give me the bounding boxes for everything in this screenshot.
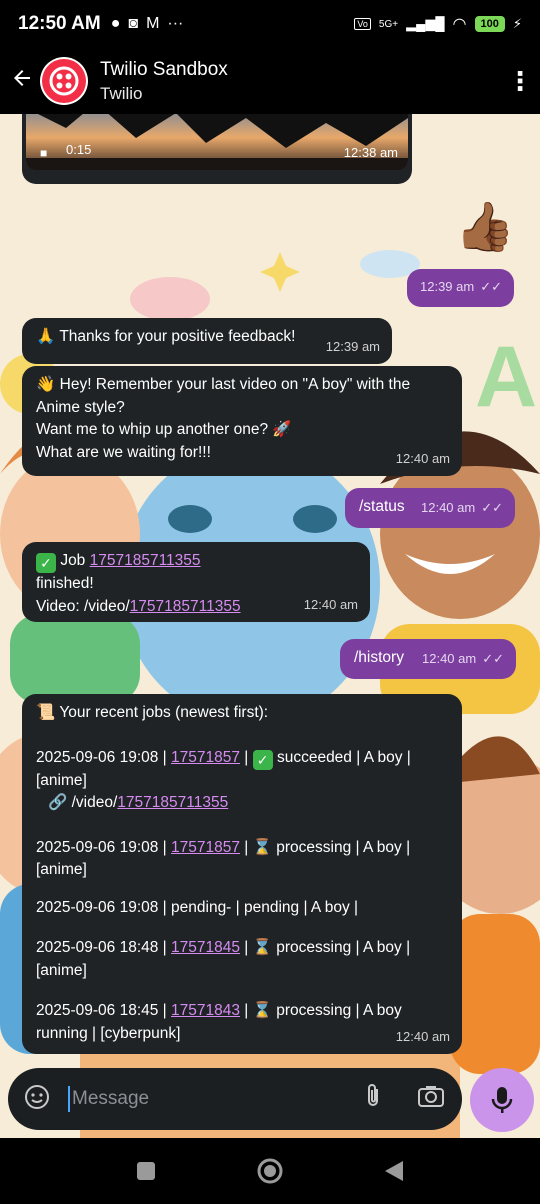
video-camera-icon: ■ (40, 146, 48, 160)
incoming-message[interactable]: 🙏 Thanks for your positive feedback! 12:… (22, 318, 392, 364)
history-entry: 2025-09-06 19:08 | 17571857 | ✓ succeede… (36, 748, 411, 770)
message-time: 12:40 am (395, 450, 450, 466)
waving-hand-emoji: 👋 (36, 376, 56, 393)
job-id-link[interactable]: 1757185711355 (90, 552, 201, 569)
incoming-message[interactable]: 👋 Hey! Remember your last video on "A bo… (22, 366, 462, 476)
recents-icon[interactable] (131, 1156, 161, 1186)
message-text: Your recent jobs (newest first): (59, 704, 269, 721)
message-line: Want me to whip up another one? 🚀 (36, 421, 292, 438)
history-entry: 2025-09-06 19:08 | 17571857 | ⌛ processi… (36, 838, 411, 856)
message-text: Job (60, 552, 86, 569)
message-input[interactable] (68, 1086, 356, 1112)
back-icon[interactable] (379, 1156, 409, 1186)
instagram-icon: ◙ (128, 15, 139, 32)
home-icon[interactable] (255, 1156, 285, 1186)
message-time: 12:38 am (343, 145, 398, 160)
message-time: 12:39 am (420, 278, 475, 294)
battery-icon: 100 (474, 16, 505, 32)
hourglass-icon: ⌛ (252, 838, 272, 856)
video-duration: 0:15 (66, 142, 92, 157)
chat-title-block[interactable]: Twilio Sandbox Twilio (100, 59, 228, 104)
outgoing-message[interactable]: 12:39 am ✓✓ (407, 269, 514, 307)
job-id-link[interactable]: 17571857 (171, 839, 240, 856)
outgoing-message[interactable]: /history 12:40 am ✓✓ (340, 639, 516, 679)
link-icon: 🔗 (48, 794, 68, 811)
history-entry: 2025-09-06 18:48 | 17571845 | ⌛ processi… (36, 939, 411, 956)
svg-text:A: A (475, 329, 537, 425)
more-options-icon[interactable]: ⋮ (500, 66, 540, 97)
double-check-icon: ✓✓ (480, 278, 502, 294)
double-check-icon: ✓✓ (481, 499, 503, 515)
job-id-link[interactable]: 17571843 (171, 1002, 240, 1019)
hourglass-icon: ⌛ (252, 939, 272, 956)
image-message[interactable]: ■ 0:15 12:38 am (22, 114, 412, 184)
more-notifications-icon: ··· (167, 15, 184, 32)
video-id-link[interactable]: 1757185711355 (130, 598, 241, 615)
gmail-icon: M (146, 15, 160, 32)
hourglass-icon: ⌛ (252, 1002, 272, 1019)
avatar[interactable] (40, 57, 88, 105)
message-time: 12:40 am (422, 650, 477, 666)
scroll-emoji: 📜 (36, 704, 56, 721)
charging-icon: ⚡ (512, 16, 522, 31)
message-line: What are we waiting for!!! (36, 443, 211, 461)
status-time: 12:50 AM (18, 13, 101, 34)
incoming-message[interactable]: ✓ Job 1757185711355 finished! Video: /vi… (22, 542, 370, 622)
microphone-button[interactable] (470, 1068, 534, 1132)
message-time: 12:40 am (395, 1028, 450, 1044)
status-bar: 12:50 AM ● ◙ M ··· Vo 5G+ ▂▄▆█ ◠ 100 ⚡ (0, 0, 540, 48)
chat-header: Twilio Sandbox Twilio ⋮ (0, 48, 540, 114)
message-text: /history (354, 649, 404, 666)
system-nav-bar (0, 1138, 540, 1204)
message-time: 12:39 am (325, 338, 380, 354)
signal-icon: ▂▄▆█ (406, 16, 445, 31)
job-id-link[interactable]: 17571845 (171, 939, 240, 956)
message-time: 12:40 am (303, 596, 358, 612)
job-id-link[interactable]: 17571857 (171, 749, 240, 766)
history-entry: 2025-09-06 18:45 | 17571843 | ⌛ processi… (36, 1002, 402, 1019)
chat-notification-icon: ● (110, 15, 121, 32)
check-mark-icon: ✓ (36, 553, 56, 573)
message-text: Video: /video/ (36, 597, 130, 615)
double-check-icon: ✓✓ (482, 650, 504, 666)
network-type: 5G+ (378, 18, 399, 30)
sticker-icon[interactable] (22, 1084, 52, 1114)
chat-title: Twilio Sandbox (100, 58, 228, 80)
video-id-link[interactable]: 1757185711355 (117, 794, 228, 811)
volte-icon: Vo (354, 18, 371, 30)
wifi-icon: ◠ (452, 16, 467, 33)
message-text: Thanks for your positive feedback! (59, 328, 296, 345)
back-arrow-icon[interactable] (0, 66, 40, 97)
camera-icon[interactable] (414, 1084, 448, 1114)
attach-icon[interactable] (356, 1083, 390, 1115)
thumbs-up-emoji[interactable]: 👍🏾 (455, 200, 515, 256)
message-line: Anime style? (36, 398, 125, 416)
twilio-logo-icon (42, 59, 86, 103)
chat-subtitle: Twilio (100, 83, 143, 103)
microphone-icon (491, 1087, 513, 1113)
chat-area[interactable]: A ■ 0:15 12:38 am 👍🏾 12:39 am ✓✓ 🙏 Thank… (0, 114, 540, 1138)
message-line: finished! (36, 575, 94, 592)
message-time: 12:40 am (421, 499, 476, 515)
message-line: Hey! Remember your last video on "A boy"… (59, 376, 411, 393)
folded-hands-emoji: 🙏 (36, 328, 56, 345)
message-text: /status (359, 498, 405, 515)
message-composer (8, 1068, 462, 1130)
incoming-message[interactable]: 📜 Your recent jobs (newest first): 2025-… (22, 694, 462, 1054)
check-mark-icon: ✓ (252, 749, 273, 770)
history-entry: 2025-09-06 19:08 | pending- | pending | … (36, 898, 359, 916)
outgoing-message[interactable]: /status 12:40 am ✓✓ (345, 488, 515, 528)
